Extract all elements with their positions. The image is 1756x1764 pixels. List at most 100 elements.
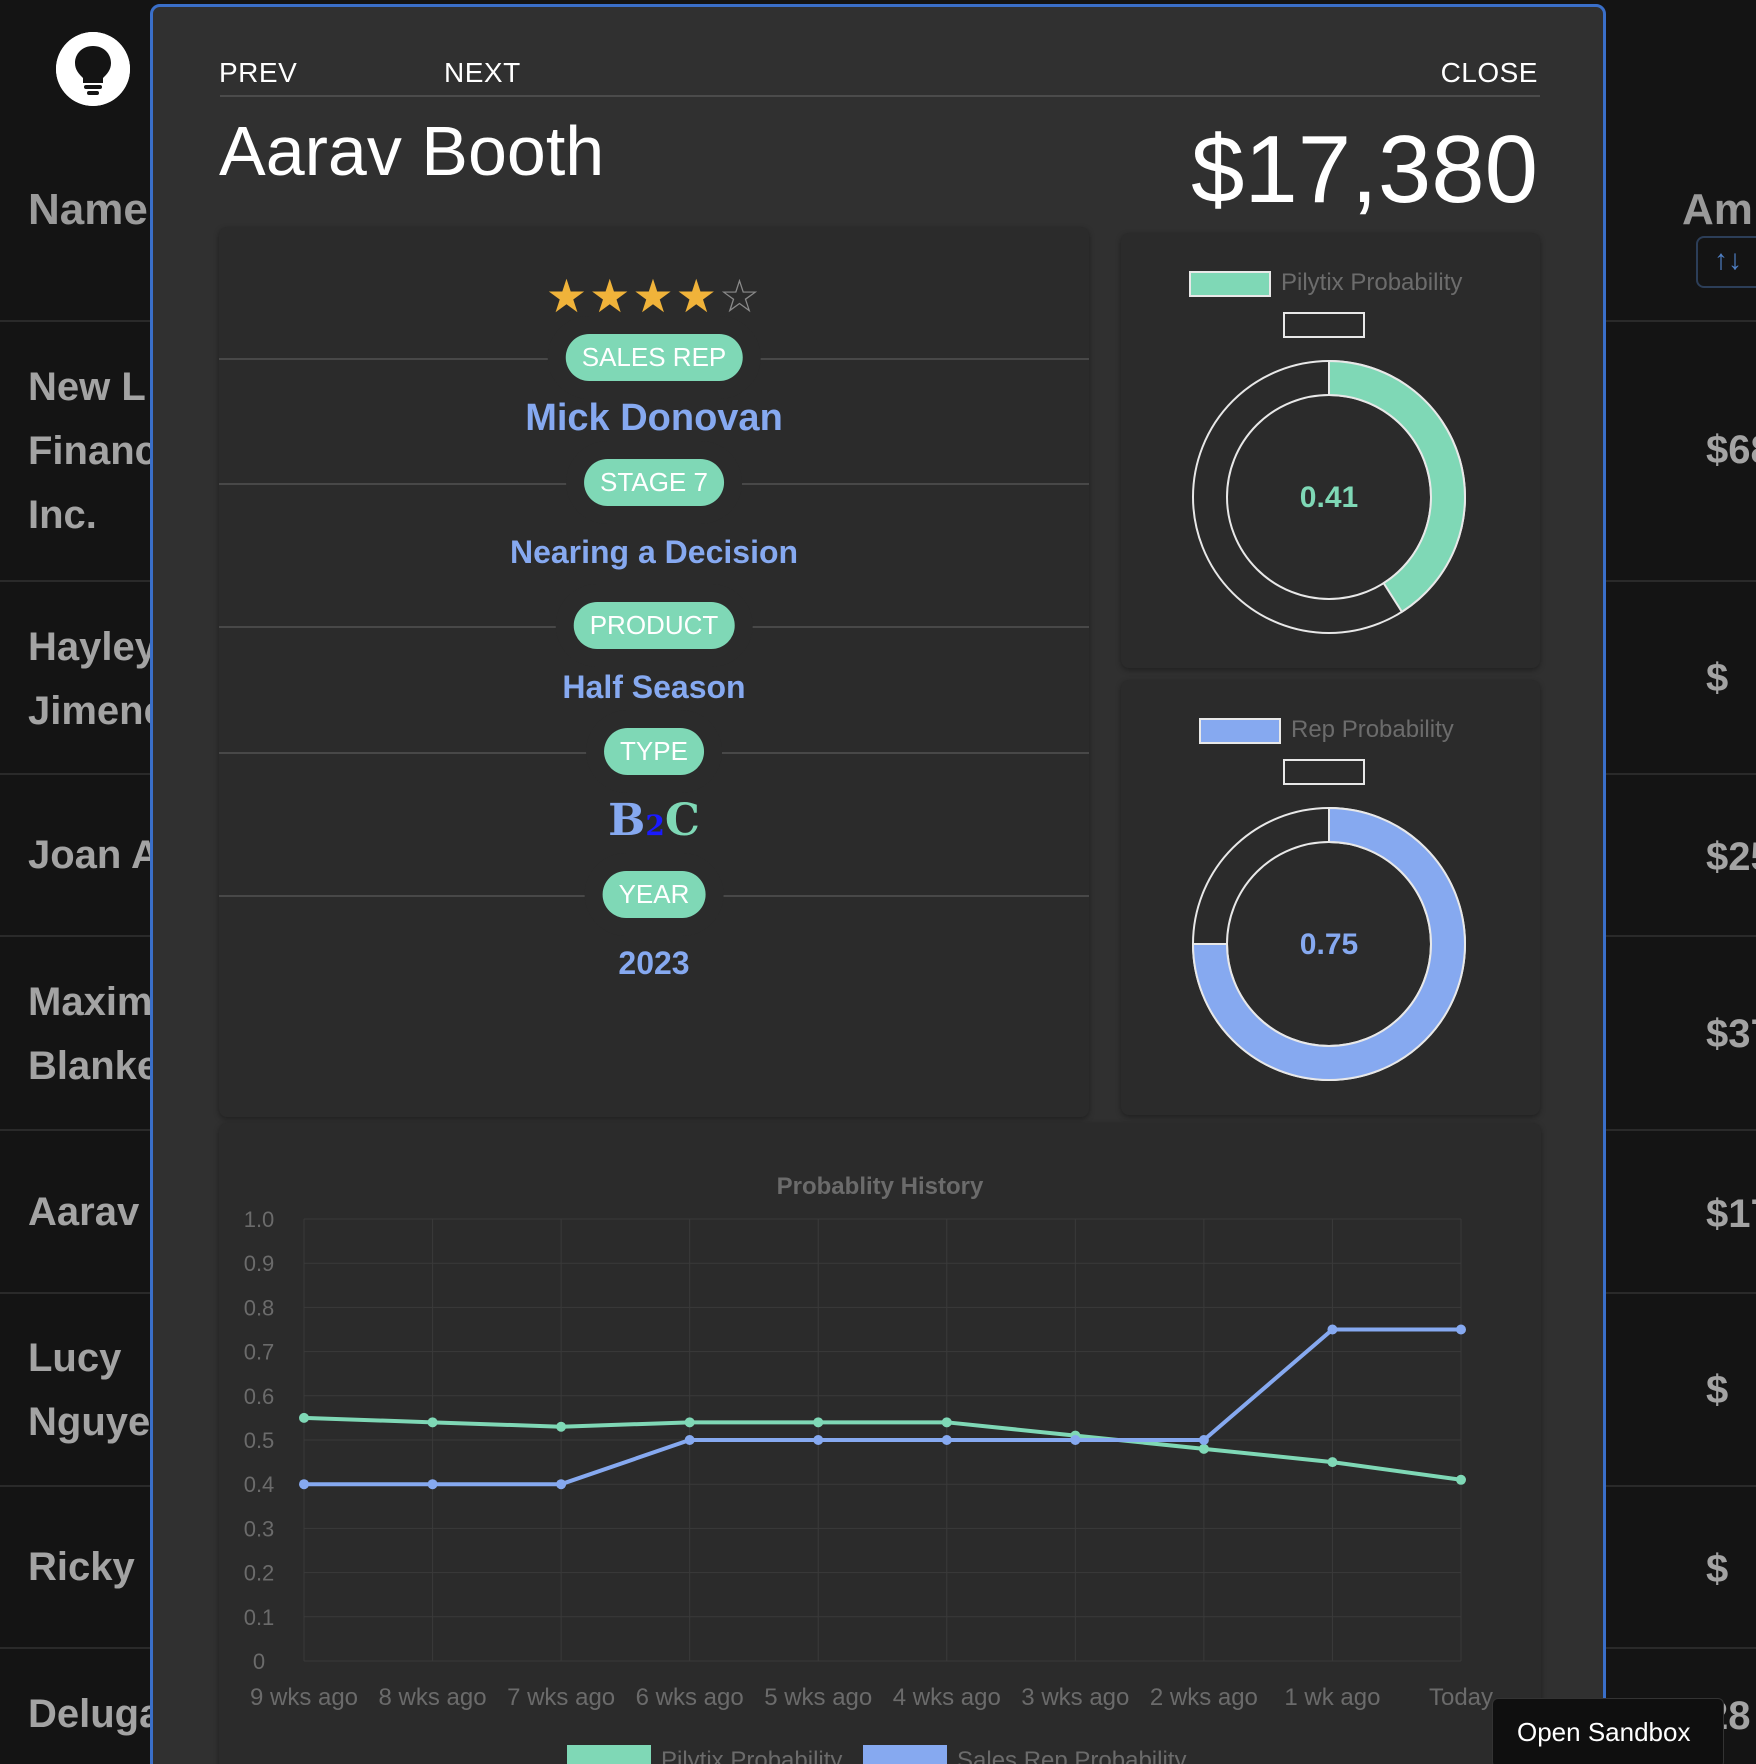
x-tick-label: 3 wks ago bbox=[1021, 1684, 1129, 1711]
type-badge: TYPE bbox=[604, 728, 704, 775]
app-logo-icon[interactable] bbox=[56, 32, 130, 106]
donut-center-label: 0.75 bbox=[1300, 928, 1358, 961]
star-empty-icon[interactable]: ☆ bbox=[719, 270, 762, 322]
data-point bbox=[1327, 1324, 1338, 1335]
data-point bbox=[556, 1479, 567, 1490]
close-button[interactable]: CLOSE bbox=[1441, 57, 1538, 89]
row-amount: $ bbox=[1706, 656, 1729, 700]
legend-swatch bbox=[1199, 717, 1281, 744]
y-tick-label: 0.9 bbox=[244, 1251, 275, 1276]
data-point bbox=[1456, 1474, 1466, 1485]
year-value: 2023 bbox=[618, 945, 690, 981]
rep-donut-chart: 0.75 bbox=[1191, 806, 1466, 1081]
deal-amount: $17,380 bbox=[1190, 116, 1538, 223]
sales-rep-badge: SALES REP bbox=[565, 334, 743, 381]
pilytix-probability-card: Pilytix Probability 0.41 bbox=[1121, 233, 1540, 668]
star-filled-icon[interactable]: ★ bbox=[632, 270, 675, 322]
row-amount: $ bbox=[1706, 1547, 1729, 1591]
y-tick-label: 0.5 bbox=[244, 1428, 275, 1453]
star-filled-icon[interactable]: ★ bbox=[546, 270, 589, 322]
open-sandbox-button[interactable]: Open Sandbox bbox=[1492, 1698, 1724, 1764]
product-badge: PRODUCT bbox=[573, 602, 735, 649]
deal-details-card: ★★★★☆ SALES REP Mick Donovan STAGE 7 Nea… bbox=[219, 227, 1089, 1117]
x-tick-label: 4 wks ago bbox=[893, 1684, 1001, 1711]
pilytix-legend[interactable]: Pilytix Probability bbox=[1189, 269, 1462, 297]
legend-swatch bbox=[567, 1745, 651, 1764]
type-logo-c: C bbox=[664, 795, 700, 846]
type-logo-b: B bbox=[608, 795, 646, 846]
data-point bbox=[299, 1412, 309, 1423]
stage-name: Nearing a Decision bbox=[509, 534, 799, 570]
data-point bbox=[1456, 1324, 1466, 1335]
data-point bbox=[813, 1435, 824, 1445]
deal-title: Aarav Booth bbox=[219, 112, 605, 190]
rating-stars: ★★★★☆ bbox=[219, 269, 1089, 323]
data-point bbox=[427, 1479, 438, 1490]
stage-badge: STAGE 7 bbox=[584, 459, 724, 506]
year-badge: YEAR bbox=[602, 871, 706, 918]
product-name: Half Season bbox=[562, 669, 746, 705]
row-amount: $68 bbox=[1706, 428, 1756, 472]
row-amount: $25 bbox=[1706, 835, 1756, 879]
x-tick-label: 5 wks ago bbox=[764, 1684, 872, 1711]
legend-swatch bbox=[863, 1745, 947, 1764]
data-point bbox=[556, 1421, 567, 1432]
deal-detail-modal: PREV NEXT CLOSE Aarav Booth $17,380 ★★★★… bbox=[150, 4, 1606, 1764]
y-tick-label: 0.6 bbox=[244, 1384, 275, 1409]
rep-legend[interactable]: Rep Probability bbox=[1199, 716, 1454, 744]
data-point bbox=[813, 1417, 824, 1428]
row-amount: $ bbox=[1706, 1368, 1729, 1412]
prev-button[interactable]: PREV bbox=[219, 57, 297, 89]
rep-probability-card: Rep Probability 0.75 bbox=[1121, 680, 1540, 1115]
y-tick-label: 0 bbox=[253, 1649, 265, 1674]
legend-label: Pilytix Probability bbox=[661, 1747, 842, 1764]
data-point bbox=[1327, 1457, 1338, 1468]
donut-center-label: 0.41 bbox=[1300, 481, 1358, 514]
x-tick-label: 1 wk ago bbox=[1284, 1684, 1380, 1711]
data-point bbox=[299, 1479, 309, 1490]
data-point bbox=[941, 1417, 952, 1428]
x-tick-label: 2 wks ago bbox=[1150, 1684, 1258, 1711]
y-tick-label: 0.2 bbox=[244, 1561, 275, 1586]
sales-rep-name: Mick Donovan bbox=[525, 397, 783, 439]
x-tick-label: 7 wks ago bbox=[507, 1684, 615, 1711]
data-point bbox=[427, 1417, 438, 1428]
y-tick-label: 0.8 bbox=[244, 1295, 275, 1320]
type-logo-2: 2 bbox=[645, 809, 665, 842]
empty-legend-box bbox=[1283, 312, 1365, 338]
row-amount: $37 bbox=[1706, 1012, 1756, 1056]
y-tick-label: 0.4 bbox=[244, 1472, 275, 1497]
y-tick-label: 1.0 bbox=[244, 1207, 275, 1232]
data-point bbox=[1198, 1443, 1209, 1454]
legend-label: Pilytix Probability bbox=[1281, 269, 1463, 296]
column-header-name[interactable]: Name bbox=[28, 185, 148, 235]
sort-arrows-icon[interactable]: ↑↓ bbox=[1696, 236, 1756, 288]
y-tick-label: 0.7 bbox=[244, 1340, 275, 1365]
probability-history-chart: 1.0 0.9 0.8 0.7 0.6 0.5 0.4 0.3 0.2 0.1 0 9 wks ago… bbox=[244, 1207, 1493, 1764]
next-button[interactable]: NEXT bbox=[444, 57, 521, 89]
type-logo: B2C bbox=[219, 795, 1089, 846]
nav-divider bbox=[220, 95, 1540, 97]
y-tick-label: 0.3 bbox=[244, 1516, 275, 1541]
data-point bbox=[684, 1417, 695, 1428]
legend-swatch bbox=[1189, 270, 1271, 297]
data-point bbox=[1070, 1435, 1081, 1445]
series-line bbox=[303, 1415, 1462, 1482]
x-tick-label: 8 wks ago bbox=[379, 1684, 487, 1711]
data-point bbox=[941, 1435, 952, 1445]
data-point bbox=[1198, 1435, 1209, 1445]
legend-label: Rep Probability bbox=[1291, 716, 1454, 743]
x-tick-label: Today bbox=[1429, 1684, 1493, 1711]
legend-label: Sales Rep Probability bbox=[957, 1747, 1186, 1764]
column-header-amount[interactable]: Am bbox=[1682, 185, 1753, 235]
star-filled-icon[interactable]: ★ bbox=[589, 270, 632, 322]
series-line bbox=[304, 1327, 1461, 1487]
x-tick-label: 9 wks ago bbox=[250, 1684, 358, 1711]
star-filled-icon[interactable]: ★ bbox=[676, 270, 719, 322]
data-point bbox=[684, 1435, 695, 1445]
row-amount: $17 bbox=[1706, 1192, 1756, 1236]
pilytix-donut-chart: 0.41 bbox=[1192, 359, 1466, 634]
empty-legend-box bbox=[1283, 759, 1365, 785]
x-tick-label: 6 wks ago bbox=[636, 1684, 744, 1711]
y-tick-label: 0.1 bbox=[244, 1605, 275, 1630]
